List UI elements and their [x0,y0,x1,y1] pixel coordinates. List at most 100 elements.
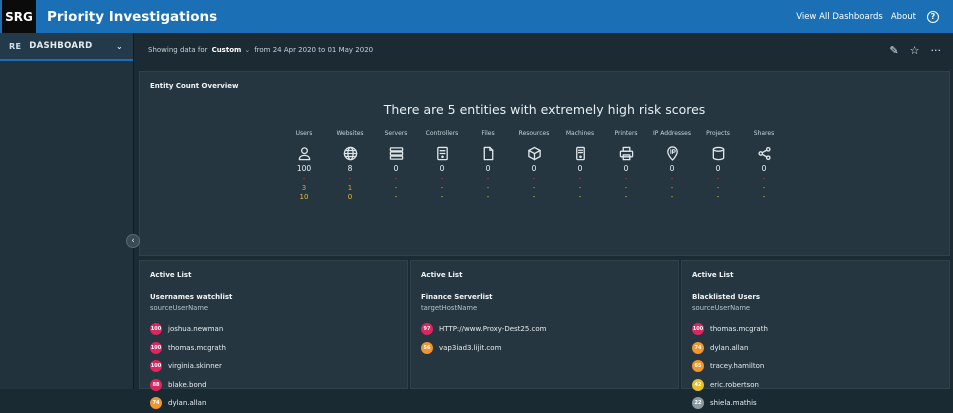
entity-total-count: 0 [761,164,767,173]
entity-medium-count: - [624,193,628,201]
list-item[interactable]: 56 vap3iad3.lijit.com [421,339,547,358]
list-item[interactable]: 74 dylan.allan [150,394,226,413]
risk-score-badge: 100 [150,360,162,373]
help-icon[interactable]: ? [927,10,939,23]
entity-column-files[interactable]: Files 0 - - - [465,130,511,202]
entity-medium-count: - [716,193,720,201]
entity-label: Websites [336,130,364,137]
list-field: targetHostName [421,304,478,312]
entity-total-count: 0 [577,164,583,173]
entity-column-resources[interactable]: Resources 0 - - - [511,130,557,202]
entity-very-high-count: - [670,175,674,183]
entity-total-count: 0 [393,164,399,173]
entity-count-overview-panel: Entity Count Overview There are 5 entiti… [139,71,950,256]
star-icon[interactable]: ☆ [910,44,920,57]
entity-column-printers[interactable]: Printers 0 - - - [603,130,649,202]
list-item[interactable]: 42 eric.robertson [692,376,768,395]
list-item[interactable]: 88 blake.bond [150,376,226,395]
list-item-label: shiela.mathis [710,399,757,408]
list-item-label: HTTP://www.Proxy-Dest25.com [439,325,547,334]
user-icon [297,142,312,164]
entity-column-ip-addresses[interactable]: IP Addresses 0 - - - [649,130,695,202]
list-item[interactable]: 65 tracey.hamilton [692,357,768,376]
entity-high-count: - [394,184,398,192]
entity-column-controllers[interactable]: Controllers 0 - - - [419,130,465,202]
printer-icon [619,142,634,164]
entity-label: Files [481,130,495,137]
cube-icon [527,142,542,164]
entity-total-count: 0 [715,164,721,173]
entity-label: Servers [384,130,408,137]
list-item[interactable]: 97 HTTP://www.Proxy-Dest25.com [421,320,547,339]
entity-label: Printers [614,130,638,137]
risk-score-badge: 100 [150,323,162,336]
about-link[interactable]: About [891,12,916,22]
entity-medium-count: - [762,193,766,201]
list-item-label: virginia.skinner [168,362,222,371]
entity-medium-count: - [440,193,444,201]
list-item-label: thomas.mcgrath [168,343,226,352]
srg-logo[interactable]: SRG [2,0,36,33]
list-item[interactable]: 100 virginia.skinner [150,357,226,376]
entity-high-count: - [486,184,490,192]
entity-high-count: - [578,184,582,192]
entity-grid: Users 100 - 3 10 Websites 8 - 1 0 Servers … [281,130,787,202]
dashboard-tools: ✎ ☆ ··· [889,33,941,67]
entity-total-count: 8 [347,164,353,173]
filter-prefix: Showing data for [148,46,208,54]
list-item-label: eric.robertson [710,380,759,389]
panel-title: Entity Count Overview [150,82,239,90]
globe-icon [343,142,358,164]
panel-title: Active List [150,271,192,279]
edit-icon[interactable]: ✎ [889,44,898,57]
entity-column-servers[interactable]: Servers 0 - - - [373,130,419,202]
entity-label: Projects [706,130,730,137]
list-field: sourceUserName [692,304,751,312]
share-icon [757,142,772,164]
entity-label: IP Addresses [652,130,691,137]
list-item[interactable]: 100 thomas.mcgrath [692,320,768,339]
entity-column-projects[interactable]: Projects 0 - - - [695,130,741,202]
list-item[interactable]: 22 shiela.mathis [692,394,768,413]
entity-label: Users [295,130,313,137]
list-item[interactable]: 74 dylan.allan [692,339,768,358]
entity-very-high-count: - [486,175,490,183]
entity-medium-count: 0 [347,193,353,201]
list-item[interactable]: 100 joshua.newman [150,320,226,339]
entity-label: Resources [518,130,550,137]
chevron-down-icon[interactable]: ⌄ [244,46,250,54]
sidebar-item-dashboard[interactable]: RE DASHBOARD ⌄ [0,33,133,61]
collapse-sidebar-button[interactable]: ‹ [126,234,140,248]
risk-headline: There are 5 entities with extremely high… [383,102,706,117]
entity-column-users[interactable]: Users 100 - 3 10 [281,130,327,202]
panel-title: Active List [692,271,734,279]
active-list-panel: Active List Finance Serverlist targetHos… [410,260,679,389]
entity-medium-count: - [394,193,398,201]
list-name: Blacklisted Users [692,293,760,301]
list-item[interactable]: 100 thomas.mcgrath [150,339,226,358]
entity-very-high-count: - [394,175,398,183]
list-items: 100 joshua.newman 100 thomas.mcgrath 100… [150,320,226,413]
entity-column-websites[interactable]: Websites 8 - 1 0 [327,130,373,202]
list-field: sourceUserName [150,304,209,312]
entity-high-count: 3 [301,184,307,192]
sidebar: RE DASHBOARD ⌄ [0,33,134,389]
list-icon: RE [9,41,22,51]
chevron-down-icon[interactable]: ⌄ [116,42,123,51]
more-icon[interactable]: ··· [931,44,942,57]
entity-total-count: 100 [296,164,312,173]
list-item-label: blake.bond [168,380,207,389]
risk-score-badge: 100 [150,341,162,354]
date-mode-select[interactable]: Custom [212,46,242,54]
risk-score-badge: 56 [421,341,433,354]
risk-score-badge: 97 [421,323,433,336]
list-item-label: thomas.mcgrath [710,325,768,334]
entity-label: Shares [753,130,775,137]
entity-column-shares[interactable]: Shares 0 - - - [741,130,787,202]
entity-column-machines[interactable]: Machines 0 - - - [557,130,603,202]
database-icon [711,142,726,164]
list-name: Finance Serverlist [421,293,493,301]
view-all-dashboards-link[interactable]: View All Dashboards [796,12,883,22]
list-item-label: vap3iad3.lijit.com [439,343,502,352]
entity-label: Controllers [425,130,459,137]
